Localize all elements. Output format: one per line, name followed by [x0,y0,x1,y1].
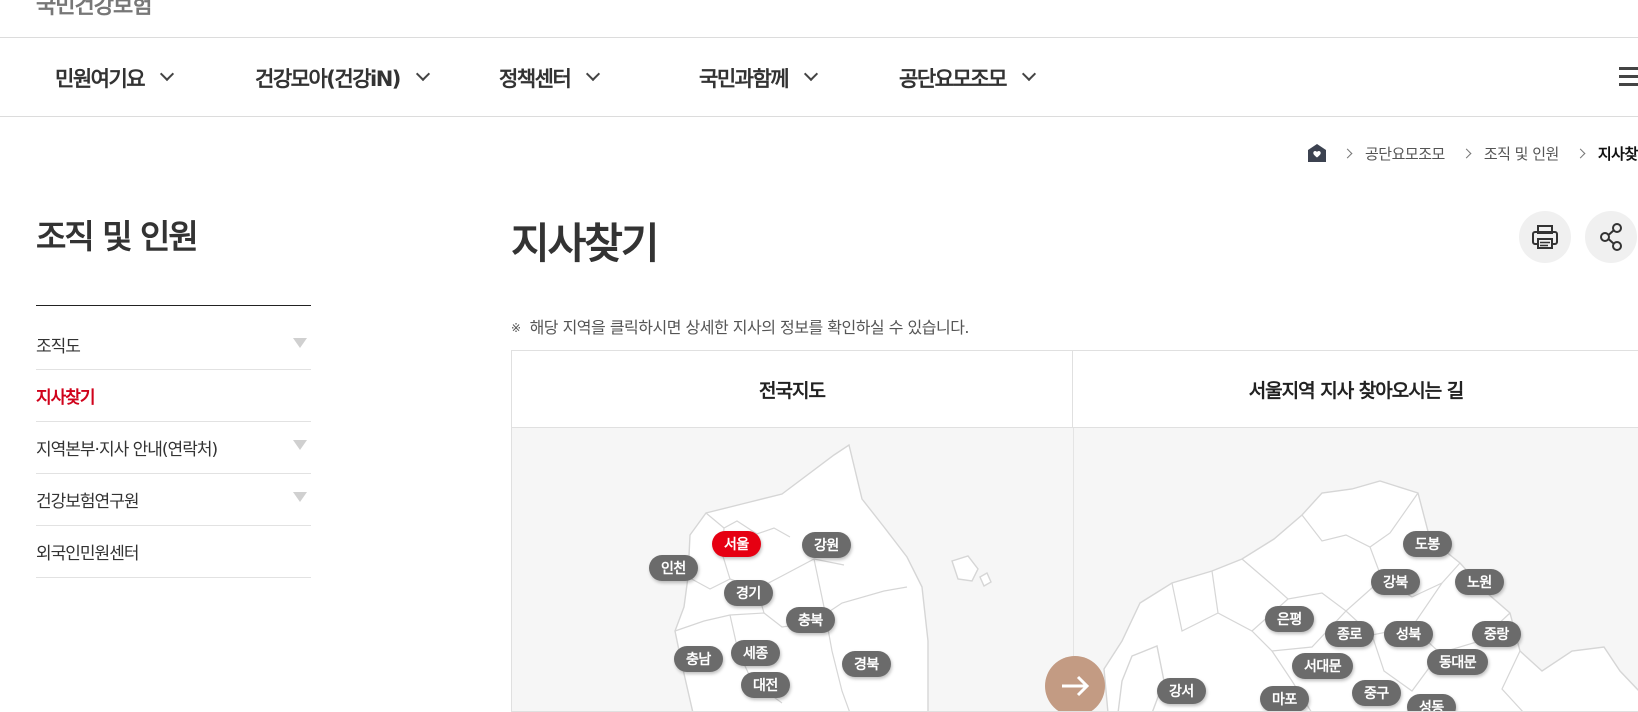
chevron-down-icon [160,66,175,82]
sidebar-item-research-institute[interactable]: 건강보험연구원 [36,474,311,526]
home-icon[interactable] [1306,142,1328,164]
page-title: 지사찾기 [511,219,660,268]
breadcrumb: 공단요모조모 조직 및 인원 지사찾기 [1306,141,1638,165]
district-pill-seongdong[interactable]: 성동 [1407,694,1456,711]
breadcrumb-separator-icon [1342,148,1353,158]
sidebar-item-foreigner-center[interactable]: 외국인민원센터 [36,526,311,578]
chevron-down-icon [415,66,430,82]
region-pill-sejong[interactable]: 세종 [731,640,780,666]
breadcrumb-item-about[interactable]: 공단요모조모 [1365,143,1445,164]
notice-text: 해당 지역을 클릭하시면 상세한 지사의 정보를 확인하실 수 있습니다. [529,318,970,337]
tab-seoul-directions[interactable]: 서울지역 지사 찾아오시는 길 [1073,351,1638,428]
sidebar-item-label: 외국인민원센터 [36,544,139,564]
hamburger-icon[interactable] [1619,65,1638,89]
share-button[interactable] [1585,211,1637,263]
sidebar-item-branch-finder[interactable]: 지사찾기 [36,370,311,422]
gnb-item-policy[interactable]: 정책센터 [499,38,601,117]
region-pill-daejeon[interactable]: 대전 [741,672,790,698]
region-pill-gyeongbuk[interactable]: 경북 [842,651,891,677]
print-button[interactable] [1519,211,1571,263]
triangle-down-icon [293,440,307,450]
gnb-item-health[interactable]: 건강모아(건강iN) [255,38,430,117]
gnb-item-label: 건강모아(건강iN) [255,66,401,91]
district-pill-eunpyeong[interactable]: 은평 [1265,606,1314,632]
chevron-down-icon [586,66,601,82]
district-pill-seongbuk[interactable]: 성북 [1384,621,1433,647]
map-island-shape [951,555,979,582]
site-logo[interactable]: 국민건강보험 [36,0,152,20]
district-pill-jungnang[interactable]: 중랑 [1472,621,1521,647]
breadcrumb-current: 지사찾기 [1597,144,1638,163]
map-islet-shape [979,572,992,587]
tab-national-map[interactable]: 전국지도 [512,351,1073,428]
chevron-down-icon [1021,66,1036,82]
triangle-down-icon [293,492,307,502]
region-pill-incheon[interactable]: 인천 [649,555,698,581]
gnb-item-label: 정책센터 [499,66,572,91]
sidebar-divider [36,305,311,306]
top-header: 국민건강보험 [0,0,1638,38]
map-mainland-shape [674,443,929,711]
district-pill-jongno[interactable]: 종로 [1325,621,1374,647]
district-pill-gangseo[interactable]: 강서 [1157,678,1206,704]
sidebar-item-label: 조직도 [36,337,81,357]
sidebar-item-regional-contacts[interactable]: 지역본부·지사 안내(연락처) [36,422,311,474]
gnb-item-minwon[interactable]: 민원여기요 [55,38,175,117]
region-pill-seoul[interactable]: 서울 [712,531,761,557]
district-pill-gangbuk[interactable]: 강북 [1371,569,1420,595]
sidebar-title: 조직 및 인원 [36,217,199,256]
region-pill-gangwon[interactable]: 강원 [802,532,851,558]
global-nav: 민원여기요 건강모아(건강iN) 정책센터 국민과함께 공단요모조모 [0,38,1638,117]
share-icon [1600,223,1622,251]
gnb-item-people[interactable]: 국민과함께 [699,38,819,117]
sidebar-item-label: 건강보험연구원 [36,492,139,512]
breadcrumb-item-organization[interactable]: 조직 및 인원 [1484,143,1560,164]
branch-map-panel: 전국지도 서울지역 지사 찾아오시는 길 서울 강원 인천 경기 충북 충남 세… [511,350,1638,712]
gnb-item-label: 국민과함께 [699,66,790,91]
gnb-item-label: 공단요모조모 [899,66,1007,91]
gnb-item-about[interactable]: 공단요모조모 [899,38,1036,117]
region-pill-chungnam[interactable]: 충남 [674,646,723,672]
district-pill-dobong[interactable]: 도봉 [1403,531,1452,557]
sidebar-item-label: 지역본부·지사 안내(연락처) [36,440,218,460]
breadcrumb-separator-icon [1575,148,1586,158]
print-icon [1532,225,1558,249]
arrow-right-icon [1062,675,1090,697]
sidebar-menu: 조직도 지사찾기 지역본부·지사 안내(연락처) 건강보험연구원 외국인민원센터 [36,320,311,578]
district-pill-nowon[interactable]: 노원 [1455,569,1504,595]
sidebar-item-orgchart[interactable]: 조직도 [36,320,311,370]
region-pill-gyeonggi[interactable]: 경기 [724,580,773,606]
district-pill-mapo[interactable]: 마포 [1260,686,1309,711]
district-pill-dongdaemun[interactable]: 동대문 [1427,649,1489,675]
district-pill-junggu[interactable]: 중구 [1352,680,1401,706]
map-notice: ※ 해당 지역을 클릭하시면 상세한 지사의 정보를 확인하실 수 있습니다. [511,314,970,338]
chevron-down-icon [804,66,819,82]
region-pill-chungbuk[interactable]: 충북 [786,607,835,633]
notice-mark: ※ [511,321,521,335]
sidebar-item-label: 지사찾기 [36,388,96,408]
gnb-item-label: 민원여기요 [55,66,146,91]
district-pill-seodaemun[interactable]: 서대문 [1292,653,1354,679]
triangle-down-icon [293,338,307,348]
map-next-button[interactable] [1045,656,1105,711]
breadcrumb-separator-icon [1461,148,1472,158]
